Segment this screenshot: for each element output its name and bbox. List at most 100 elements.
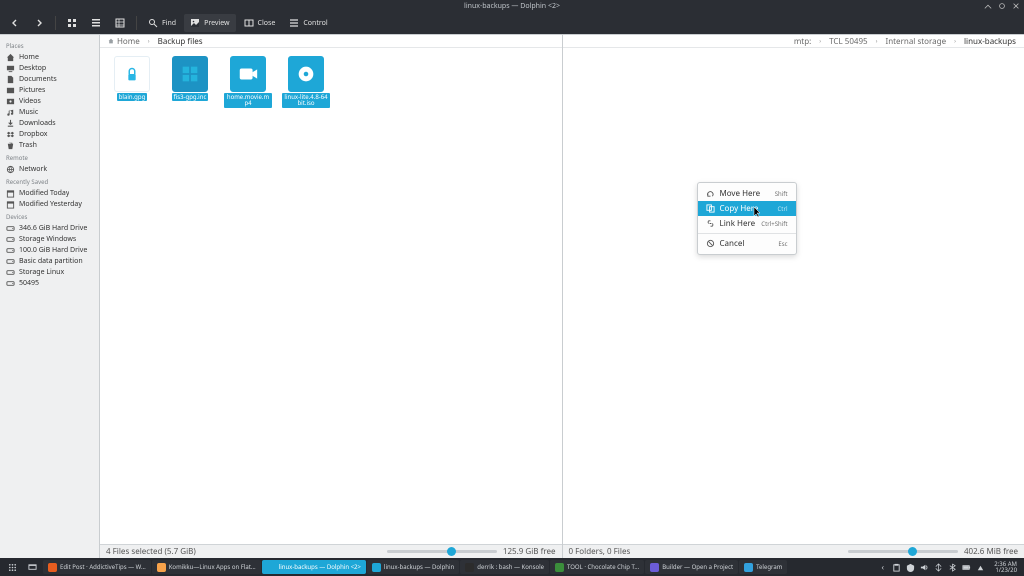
task-label: linux-backups — Dolphin <2> <box>279 563 361 571</box>
task-entry[interactable]: TOOL · Chocolate Chip T… <box>550 560 644 574</box>
close-split-label: Close <box>258 19 276 28</box>
find-button[interactable]: Find <box>142 14 182 32</box>
show-desktop[interactable] <box>23 560 42 574</box>
task-label: linux-backups — Dolphin <box>384 563 454 571</box>
control-button[interactable]: Control <box>283 14 333 32</box>
close-split-button[interactable]: Close <box>238 14 282 32</box>
ctx-cancel[interactable]: Cancel Esc <box>698 236 796 251</box>
places-sidebar: PlacesHomeDesktopDocumentsPicturesVideos… <box>0 35 100 558</box>
view-icons-button[interactable] <box>61 14 83 32</box>
sidebar-item-storage-linux[interactable]: Storage Linux <box>0 267 99 278</box>
task-entry[interactable]: linux-backups — Dolphin <2> <box>262 560 366 574</box>
clipboard-icon[interactable] <box>892 563 901 572</box>
back-button[interactable] <box>4 14 26 32</box>
grid-apps-icon <box>8 563 17 572</box>
task-app-icon <box>267 563 276 572</box>
task-entry[interactable]: linux-backups — Dolphin <box>367 560 459 574</box>
maximize-icon[interactable] <box>998 2 1006 10</box>
sidebar-heading: Remote <box>0 151 99 164</box>
sidebar-item-label: 100.0 GiB Hard Drive <box>19 246 87 255</box>
view-details-button[interactable] <box>109 14 131 32</box>
file-item[interactable]: home.movie.mp4 <box>224 56 272 108</box>
sidebar-item-label: 346.6 GiB Hard Drive <box>19 224 87 233</box>
bc-sep: › <box>872 37 882 45</box>
sidebar-item-label: Modified Today <box>19 189 69 198</box>
sidebar-item-videos[interactable]: Videos <box>0 96 99 107</box>
sidebar-item-documents[interactable]: Documents <box>0 74 99 85</box>
file-grid-right[interactable]: Move Here Shift Copy Here Ctrl Link Here… <box>563 48 1024 544</box>
sidebar-heading: Devices <box>0 210 99 223</box>
ctx-copy-here[interactable]: Copy Here Ctrl <box>698 201 796 216</box>
sidebar-item-label: Videos <box>19 97 41 106</box>
bluetooth-icon[interactable] <box>948 563 957 572</box>
sidebar-item-modified-today[interactable]: Modified Today <box>0 188 99 199</box>
volume-icon[interactable] <box>920 563 929 572</box>
task-entry[interactable]: Komikku—Linux Apps on Flat… <box>152 560 261 574</box>
zoom-slider-right[interactable] <box>848 550 958 553</box>
minimize-icon[interactable] <box>984 2 992 10</box>
clock-date: 1/23/20 <box>995 567 1017 573</box>
sidebar-item-network[interactable]: Network <box>0 164 99 175</box>
sidebar-item-346-6-gib-hard-drive[interactable]: 346.6 GiB Hard Drive <box>0 223 99 234</box>
shield-icon[interactable] <box>906 563 915 572</box>
sidebar-item-trash[interactable]: Trash <box>0 140 99 151</box>
main-area: PlacesHomeDesktopDocumentsPicturesVideos… <box>0 34 1024 558</box>
sidebar-item-modified-yesterday[interactable]: Modified Yesterday <box>0 199 99 210</box>
view-compact-button[interactable] <box>85 14 107 32</box>
file-grid-left[interactable]: blain.gpg fis3-gpg.inc home.movie.mp4 li… <box>100 48 562 544</box>
forward-button[interactable] <box>28 14 50 32</box>
split-close-icon <box>244 18 254 28</box>
status-text: 0 Folders, 0 Files <box>569 546 631 557</box>
file-item[interactable]: linux-lite.4.8-64bit.iso <box>282 56 330 108</box>
sidebar-item-label: Documents <box>19 75 57 84</box>
sidebar-item-pictures[interactable]: Pictures <box>0 85 99 96</box>
ctx-move-here[interactable]: Move Here Shift <box>698 186 796 201</box>
file-item[interactable]: fis3-gpg.inc <box>166 56 214 101</box>
file-name: blain.gpg <box>117 93 148 101</box>
task-entry[interactable]: Builder — Open a Project <box>645 560 738 574</box>
task-entry[interactable]: derrik : bash — Konsole <box>460 560 549 574</box>
sidebar-item-label: Trash <box>19 141 37 150</box>
cal-icon <box>6 200 15 209</box>
sidebar-item-storage-windows[interactable]: Storage Windows <box>0 234 99 245</box>
zoom-slider-left[interactable] <box>387 550 497 553</box>
file-name: fis3-gpg.inc <box>172 93 209 101</box>
sidebar-item-100-0-gib-hard-drive[interactable]: 100.0 GiB Hard Drive <box>0 245 99 256</box>
bc-current[interactable]: Backup files <box>154 36 207 47</box>
file-thumb-gpg <box>114 56 150 92</box>
notifications-icon[interactable] <box>976 563 985 572</box>
sidebar-item-label: Modified Yesterday <box>19 200 82 209</box>
disk-icon <box>6 224 15 233</box>
file-thumb-app <box>172 56 208 92</box>
grid-icon <box>67 18 77 28</box>
task-entry[interactable]: Telegram <box>739 560 787 574</box>
file-item[interactable]: blain.gpg <box>108 56 156 101</box>
file-thumb-video <box>230 56 266 92</box>
bc-home[interactable]: Home <box>104 36 144 47</box>
close-icon[interactable] <box>1012 2 1020 10</box>
sidebar-item-basic-data-partition[interactable]: Basic data partition <box>0 256 99 267</box>
task-entry[interactable]: Edit Post · AddictiveTips — W… <box>43 560 151 574</box>
music-icon <box>6 108 15 117</box>
trash-icon <box>6 141 15 150</box>
clock[interactable]: 2:36 AM 1/23/20 <box>990 561 1021 573</box>
sidebar-heading: Places <box>0 39 99 52</box>
sidebar-item-50495[interactable]: 50495 <box>0 278 99 289</box>
sidebar-item-downloads[interactable]: Downloads <box>0 118 99 129</box>
window-title: linux-backups — Dolphin <2> <box>464 2 560 11</box>
bc-device[interactable]: TCL 50495 <box>825 36 872 47</box>
sidebar-item-home[interactable]: Home <box>0 52 99 63</box>
file-name: home.movie.mp4 <box>224 93 272 108</box>
tray-chevron-icon[interactable]: ‹ <box>878 563 887 572</box>
app-launcher[interactable] <box>3 560 22 574</box>
cal-icon <box>6 189 15 198</box>
sidebar-item-desktop[interactable]: Desktop <box>0 63 99 74</box>
bc-storage[interactable]: Internal storage <box>882 36 951 47</box>
battery-icon[interactable] <box>962 563 971 572</box>
sidebar-item-dropbox[interactable]: Dropbox <box>0 129 99 140</box>
bc-current[interactable]: linux-backups <box>960 36 1020 47</box>
preview-button[interactable]: Preview <box>184 14 235 32</box>
ctx-link-here[interactable]: Link Here Ctrl+Shift <box>698 216 796 231</box>
network-icon[interactable] <box>934 563 943 572</box>
sidebar-item-music[interactable]: Music <box>0 107 99 118</box>
